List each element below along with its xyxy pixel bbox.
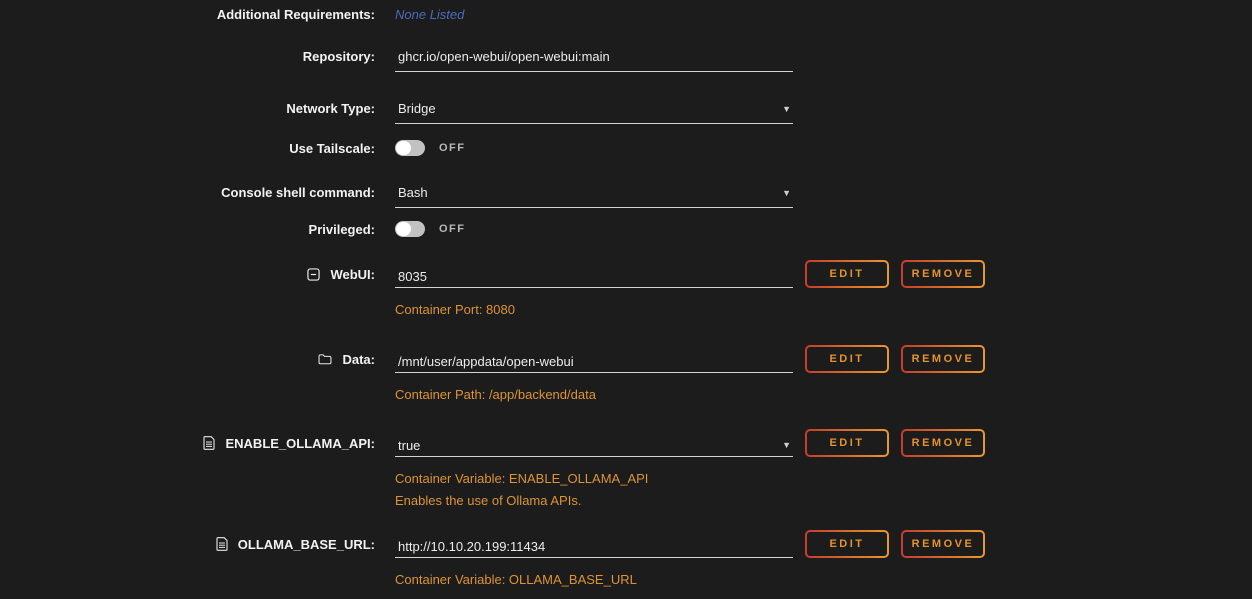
enable-ollama-api-selected-value: true bbox=[398, 438, 420, 453]
ollama-base-url-input[interactable] bbox=[395, 533, 793, 554]
chevron-down-icon: ▼ bbox=[782, 440, 791, 450]
network-type-label: Network Type: bbox=[0, 101, 375, 116]
console-shell-command-label: Console shell command: bbox=[0, 185, 375, 200]
ollama-base-url-label: OLLAMA_BASE_URL: bbox=[238, 537, 375, 552]
row-console-shell-command: Console shell command: Bash ▼ bbox=[0, 185, 1252, 208]
webui-port-input[interactable] bbox=[395, 263, 793, 284]
network-type-select[interactable]: Bridge ▼ bbox=[395, 101, 793, 124]
ollama-base-url-variable-helper: Container Variable: OLLAMA_BASE_URL bbox=[395, 572, 985, 588]
row-enable-ollama-api: ENABLE_OLLAMA_API: true ▼ EDIT REMOVE Co… bbox=[0, 429, 1252, 509]
file-icon bbox=[216, 537, 228, 551]
privileged-toggle[interactable] bbox=[395, 221, 425, 237]
data-remove-button[interactable]: REMOVE bbox=[901, 345, 985, 373]
row-repository: Repository: bbox=[0, 49, 1252, 72]
row-data-path: Data: EDIT REMOVE Container Path: /app/b… bbox=[0, 345, 1252, 403]
webui-remove-button[interactable]: REMOVE bbox=[901, 260, 985, 288]
enable-ollama-api-label: ENABLE_OLLAMA_API: bbox=[225, 436, 375, 451]
webui-edit-button[interactable]: EDIT bbox=[805, 260, 889, 288]
repository-input[interactable] bbox=[395, 49, 793, 72]
enable-ollama-api-remove-button[interactable]: REMOVE bbox=[901, 429, 985, 457]
network-type-selected-value: Bridge bbox=[398, 101, 436, 116]
additional-requirements-value: None Listed bbox=[395, 7, 464, 22]
console-shell-command-selected-value: Bash bbox=[398, 185, 428, 200]
additional-requirements-label: Additional Requirements: bbox=[0, 7, 375, 22]
row-network-type: Network Type: Bridge ▼ bbox=[0, 101, 1252, 124]
console-shell-command-select[interactable]: Bash ▼ bbox=[395, 185, 793, 208]
enable-ollama-api-edit-button[interactable]: EDIT bbox=[805, 429, 889, 457]
data-edit-button[interactable]: EDIT bbox=[805, 345, 889, 373]
use-tailscale-state: OFF bbox=[439, 142, 466, 154]
row-use-tailscale: Use Tailscale: OFF bbox=[0, 140, 1252, 156]
enable-ollama-api-description-helper: Enables the use of Ollama APIs. bbox=[395, 493, 985, 509]
chevron-down-icon: ▼ bbox=[782, 102, 791, 117]
use-tailscale-toggle[interactable] bbox=[395, 140, 425, 156]
toggle-knob bbox=[396, 141, 411, 155]
enable-ollama-api-variable-helper: Container Variable: ENABLE_OLLAMA_API bbox=[395, 471, 985, 487]
repository-label: Repository: bbox=[0, 49, 375, 64]
container-settings-form: Additional Requirements: None Listed Rep… bbox=[0, 0, 1252, 588]
enable-ollama-api-select[interactable]: true ▼ bbox=[395, 432, 793, 453]
toggle-knob bbox=[396, 222, 411, 236]
data-label: Data: bbox=[342, 352, 375, 367]
file-icon bbox=[203, 436, 215, 450]
use-tailscale-label: Use Tailscale: bbox=[0, 141, 375, 156]
port-minus-icon bbox=[307, 268, 320, 281]
folder-icon bbox=[318, 353, 332, 365]
privileged-label: Privileged: bbox=[0, 222, 375, 237]
chevron-down-icon: ▼ bbox=[782, 186, 791, 201]
ollama-base-url-edit-button[interactable]: EDIT bbox=[805, 530, 889, 558]
ollama-base-url-remove-button[interactable]: REMOVE bbox=[901, 530, 985, 558]
webui-container-port-helper: Container Port: 8080 bbox=[395, 302, 985, 318]
webui-label: WebUI: bbox=[330, 267, 375, 282]
row-webui-port: WebUI: EDIT REMOVE Container Port: 8080 bbox=[0, 260, 1252, 318]
privileged-state: OFF bbox=[439, 223, 466, 235]
data-container-path-helper: Container Path: /app/backend/data bbox=[395, 387, 985, 403]
row-additional-requirements: Additional Requirements: None Listed bbox=[0, 7, 1252, 22]
row-ollama-base-url: OLLAMA_BASE_URL: EDIT REMOVE Container V… bbox=[0, 530, 1252, 588]
row-privileged: Privileged: OFF bbox=[0, 221, 1252, 237]
data-path-input[interactable] bbox=[395, 348, 793, 369]
